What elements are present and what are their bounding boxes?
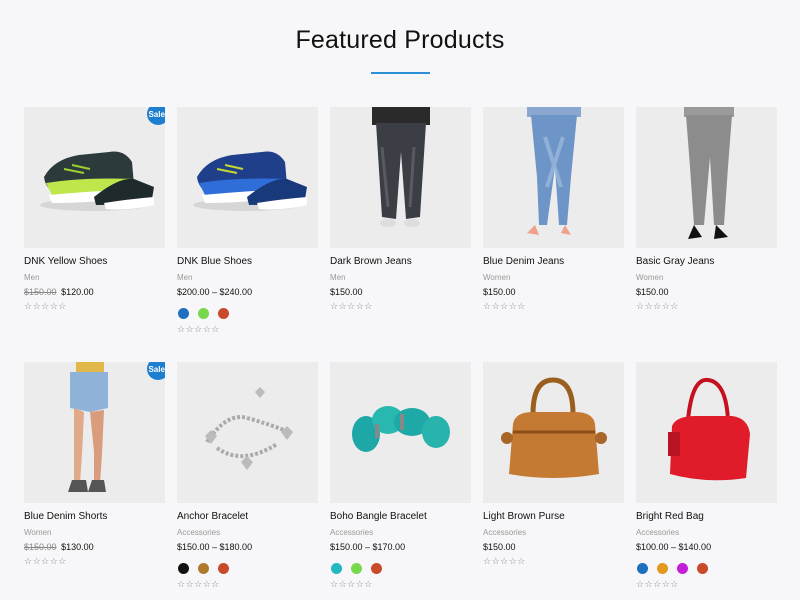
product-card-light-brown-purse[interactable]: Light Brown Purse Accessories $150.00 ☆☆… <box>483 362 625 566</box>
color-swatch[interactable] <box>331 563 342 574</box>
color-swatches <box>637 563 708 574</box>
product-price: $150.00 $130.00 <box>24 542 94 552</box>
color-swatch[interactable] <box>657 563 668 574</box>
product-name[interactable]: DNK Yellow Shoes <box>24 256 107 267</box>
product-name[interactable]: DNK Blue Shoes <box>177 256 252 267</box>
product-category[interactable]: Women <box>636 273 663 282</box>
product-name[interactable]: Blue Denim Shorts <box>24 511 107 522</box>
sale-price: $120.00 <box>61 287 94 297</box>
star-rating: ☆☆☆☆☆ <box>330 579 373 589</box>
product-price: $150.00 – $180.00 <box>177 542 253 552</box>
product-card-blue-denim-jeans[interactable]: Blue Denim Jeans Women $150.00 ☆☆☆☆☆ <box>483 107 625 311</box>
product-name[interactable]: Basic Gray Jeans <box>636 256 714 267</box>
color-swatch[interactable] <box>178 563 189 574</box>
title-underline <box>371 72 430 74</box>
product-price: $150.00 <box>330 287 363 297</box>
color-swatch[interactable] <box>371 563 382 574</box>
product-card-anchor-bracelet[interactable]: Anchor Bracelet Accessories $150.00 – $1… <box>177 362 319 589</box>
color-swatch[interactable] <box>218 308 229 319</box>
color-swatch[interactable] <box>218 563 229 574</box>
star-rating: ☆☆☆☆☆ <box>483 301 526 311</box>
product-price: $150.00 $120.00 <box>24 287 94 297</box>
product-name[interactable]: Boho Bangle Bracelet <box>330 511 427 522</box>
product-name[interactable]: Anchor Bracelet <box>177 511 248 522</box>
product-category[interactable]: Accessories <box>177 528 220 537</box>
color-swatch[interactable] <box>697 563 708 574</box>
product-image-purse-brown[interactable] <box>483 362 624 503</box>
color-swatches <box>331 563 382 574</box>
color-swatch[interactable] <box>677 563 688 574</box>
product-category[interactable]: Accessories <box>636 528 679 537</box>
star-rating: ☆☆☆☆☆ <box>177 579 220 589</box>
original-price: $150.00 <box>24 287 57 297</box>
star-rating: ☆☆☆☆☆ <box>636 301 679 311</box>
color-swatch[interactable] <box>637 563 648 574</box>
product-image-sneaker-blue[interactable] <box>177 107 318 248</box>
star-rating: ☆☆☆☆☆ <box>24 301 67 311</box>
product-name[interactable]: Light Brown Purse <box>483 511 565 522</box>
product-image-bag-red[interactable] <box>636 362 777 503</box>
color-swatch[interactable] <box>178 308 189 319</box>
color-swatches <box>178 308 229 319</box>
product-image-shorts-denim[interactable]: Sale! <box>24 362 165 503</box>
product-price: $100.00 – $140.00 <box>636 542 712 552</box>
product-price: $150.00 <box>483 287 516 297</box>
product-price: $200.00 – $240.00 <box>177 287 253 297</box>
product-category[interactable]: Accessories <box>330 528 373 537</box>
product-category[interactable]: Accessories <box>483 528 526 537</box>
product-image-bracelet-silver[interactable] <box>177 362 318 503</box>
section-title: Featured Products <box>295 26 505 54</box>
product-image-jeans-dark[interactable] <box>330 107 471 248</box>
product-price: $150.00 <box>483 542 516 552</box>
product-card-dnk-blue-shoes[interactable]: DNK Blue Shoes Men $200.00 – $240.00 ☆☆☆… <box>177 107 319 334</box>
star-rating: ☆☆☆☆☆ <box>177 324 220 334</box>
product-card-dark-brown-jeans[interactable]: Dark Brown Jeans Men $150.00 ☆☆☆☆☆ <box>330 107 472 311</box>
product-price: $150.00 <box>636 287 669 297</box>
star-rating: ☆☆☆☆☆ <box>24 556 67 566</box>
product-category[interactable]: Men <box>24 273 40 282</box>
product-name[interactable]: Bright Red Bag <box>636 511 704 522</box>
product-name[interactable]: Dark Brown Jeans <box>330 256 412 267</box>
product-image-jeans-blue[interactable] <box>483 107 624 248</box>
product-category[interactable]: Men <box>330 273 346 282</box>
color-swatch[interactable] <box>351 563 362 574</box>
product-image-jeans-gray[interactable] <box>636 107 777 248</box>
product-card-blue-denim-shorts[interactable]: Sale! Blue Denim Shorts Women $150.00 $1… <box>24 362 166 566</box>
product-category[interactable]: Women <box>483 273 510 282</box>
product-image-sneaker-yellow[interactable]: Sale! <box>24 107 165 248</box>
product-name[interactable]: Blue Denim Jeans <box>483 256 564 267</box>
color-swatch[interactable] <box>198 563 209 574</box>
product-image-bracelet-turquoise[interactable] <box>330 362 471 503</box>
star-rating: ☆☆☆☆☆ <box>483 556 526 566</box>
star-rating: ☆☆☆☆☆ <box>330 301 373 311</box>
color-swatch[interactable] <box>198 308 209 319</box>
original-price: $150.00 <box>24 542 57 552</box>
product-card-bright-red-bag[interactable]: Bright Red Bag Accessories $100.00 – $14… <box>636 362 778 589</box>
product-price: $150.00 – $170.00 <box>330 542 406 552</box>
sale-price: $130.00 <box>61 542 94 552</box>
product-card-boho-bangle-bracelet[interactable]: Boho Bangle Bracelet Accessories $150.00… <box>330 362 472 589</box>
color-swatches <box>178 563 229 574</box>
star-rating: ☆☆☆☆☆ <box>636 579 679 589</box>
product-category[interactable]: Men <box>177 273 193 282</box>
product-card-dnk-yellow-shoes[interactable]: Sale! DNK Yellow Shoes Men $150.00 $120.… <box>24 107 166 311</box>
product-card-basic-gray-jeans[interactable]: Basic Gray Jeans Women $150.00 ☆☆☆☆☆ <box>636 107 778 311</box>
product-category[interactable]: Women <box>24 528 51 537</box>
